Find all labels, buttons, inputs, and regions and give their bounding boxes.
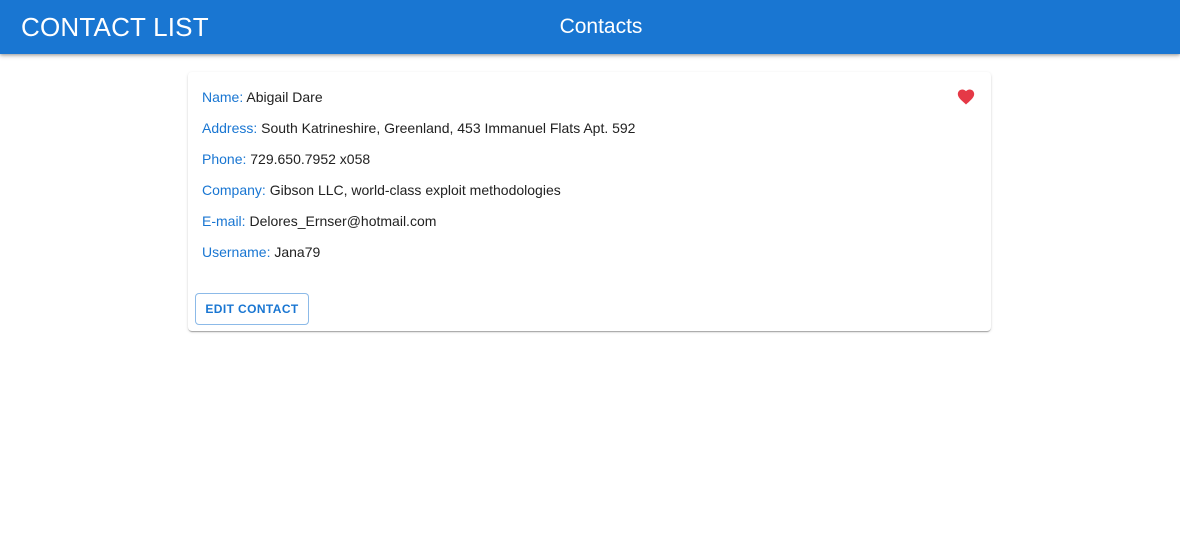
contact-name-label: Name: xyxy=(202,89,244,105)
heart-icon[interactable] xyxy=(956,87,976,105)
contact-email-row: E-mail: Delores_Ernser@hotmail.com xyxy=(202,212,436,230)
contact-phone-row: Phone: 729.650.7952 x058 xyxy=(202,150,370,168)
contact-phone-value: 729.650.7952 x058 xyxy=(250,151,371,167)
contact-email-label: E-mail: xyxy=(202,213,246,229)
contact-card: Name: Abigail Dare Address: South Katrin… xyxy=(188,72,991,331)
contact-address-label: Address: xyxy=(202,120,258,136)
contact-username-row: Username: Jana79 xyxy=(202,243,320,261)
edit-contact-button[interactable]: EDIT CONTACT xyxy=(195,293,309,325)
contact-name-row: Name: Abigail Dare xyxy=(202,88,323,106)
contact-name-value: Abigail Dare xyxy=(246,89,323,105)
app-bar: CONTACT LIST Contacts xyxy=(0,0,1180,54)
contact-username-value: Jana79 xyxy=(274,244,321,260)
contact-email-value: Delores_Ernser@hotmail.com xyxy=(249,213,437,229)
contact-username-label: Username: xyxy=(202,244,271,260)
contact-company-label: Company: xyxy=(202,182,266,198)
heart-icon-shape xyxy=(957,89,975,105)
contact-company-value: Gibson LLC, world-class exploit methodol… xyxy=(269,182,561,198)
contact-address-row: Address: South Katrineshire, Greenland, … xyxy=(202,119,635,137)
contact-address-value: South Katrineshire, Greenland, 453 Imman… xyxy=(261,120,636,136)
contact-company-row: Company: Gibson LLC, world-class exploit… xyxy=(202,181,561,199)
page-title: Contacts xyxy=(559,15,643,38)
contact-phone-label: Phone: xyxy=(202,151,247,167)
